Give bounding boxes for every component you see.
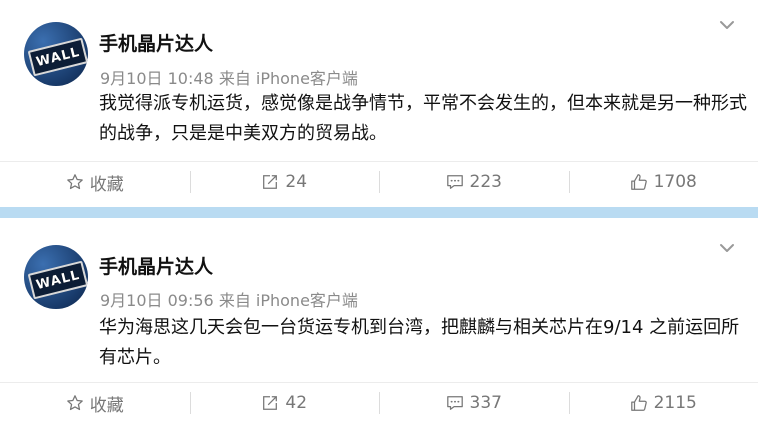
post-meta: 9月10日 09:56 来自 iPhone客户端: [100, 291, 358, 310]
comment-icon: [446, 396, 463, 410]
star-icon: [66, 395, 83, 411]
avatar-sign-text: WALL: [27, 260, 88, 300]
repost-icon: [263, 396, 278, 410]
repost-button[interactable]: 42: [189, 383, 380, 423]
repost-count: 42: [285, 393, 308, 413]
favorite-label: 收藏: [89, 395, 124, 416]
action-bar: 收藏 42 337 2115: [0, 382, 758, 423]
like-icon: [630, 395, 647, 411]
like-count: 2115: [653, 393, 697, 413]
comment-button[interactable]: 337: [379, 383, 569, 423]
username[interactable]: 手机晶片达人: [99, 252, 213, 279]
favorite-button[interactable]: 收藏: [0, 383, 190, 423]
post-text: 华为海思这几天会包一台货运专机到台湾，把麒麟与相关芯片在9/14 之前运回所有芯…: [99, 317, 740, 368]
weibo-post-2: WALL 手机晶片达人 9月10日 09:56 来自 iPhone客户端 华为海…: [0, 0, 758, 428]
avatar[interactable]: WALL: [24, 245, 88, 309]
comment-count: 337: [469, 393, 502, 413]
chevron-down-icon[interactable]: [718, 239, 736, 257]
like-button[interactable]: 2115: [568, 383, 758, 423]
